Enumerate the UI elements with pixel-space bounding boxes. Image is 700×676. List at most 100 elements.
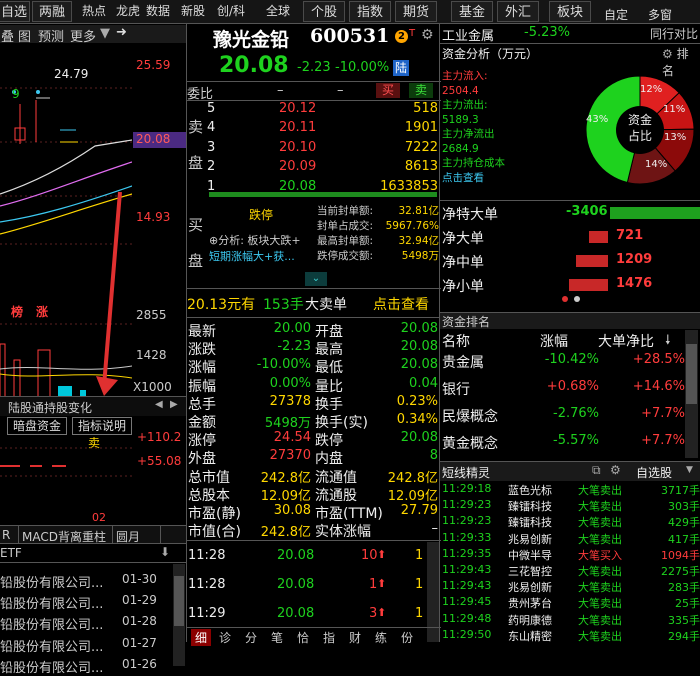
buy-button[interactable]: 买: [376, 83, 400, 98]
sort-down-icon[interactable]: 🠗: [665, 331, 671, 353]
tb-dragon[interactable]: 龙虎: [116, 2, 140, 19]
sprite-time: 11:29:50: [442, 627, 492, 641]
sprite-stock: 三花智控: [508, 565, 552, 578]
list-item[interactable]: 铅股份有限公司... 01-26: [0, 657, 170, 676]
tab-diag[interactable]: 诊: [219, 629, 231, 646]
window-icon[interactable]: ⧉: [592, 463, 601, 478]
tab-overlay[interactable]: 叠: [1, 26, 14, 45]
list-item[interactable]: 铅股份有限公司... 01-30: [0, 572, 170, 591]
news-scrollbar[interactable]: [173, 564, 185, 666]
tick-row[interactable]: 11:29 20.08 3 ⬆ 1: [187, 606, 427, 626]
sector-name[interactable]: 工业金属: [442, 25, 494, 44]
tb-index[interactable]: 指数: [349, 1, 391, 22]
tb-futures[interactable]: 期货: [395, 1, 437, 22]
tab-minute[interactable]: 分: [245, 629, 257, 646]
tb-forex[interactable]: 外汇: [497, 1, 539, 22]
rank-ratio: +7.7%: [641, 406, 685, 421]
tb-hotspot[interactable]: 热点: [82, 2, 106, 19]
rank-scrollbar[interactable]: [685, 330, 698, 458]
quote-value: 20.08: [400, 430, 438, 446]
sprite-row[interactable]: 11:29:33 兆易创新 大笔卖出 417手: [440, 531, 700, 547]
tb-watchlist[interactable]: 自选: [0, 1, 30, 22]
badge-two[interactable]: 2: [395, 30, 408, 43]
tab-share[interactable]: 份: [401, 629, 413, 646]
peer-compare-link[interactable]: 同行对比: [650, 25, 698, 42]
price-high-label: 25.59: [136, 58, 171, 72]
quote-value: 20.08: [400, 357, 438, 373]
tb-ipo[interactable]: 新股: [181, 2, 205, 19]
flow-bar: [576, 255, 608, 267]
tb-fund[interactable]: 基金: [451, 1, 493, 22]
tab-chart[interactable]: 图: [18, 26, 31, 45]
ind-tab-moon[interactable]: 圆月: [116, 528, 140, 545]
tab-index[interactable]: 指: [323, 629, 335, 646]
sprite-row[interactable]: 11:29:50 东山精密 大笔卖出 294手: [440, 628, 700, 644]
tab-finance[interactable]: 财: [349, 629, 361, 646]
indicator-help-button[interactable]: 指标说明: [72, 417, 132, 435]
rank-row[interactable]: 贵金属 -10.42% +28.5%: [440, 352, 685, 376]
download-icon[interactable]: ⬇: [160, 545, 170, 559]
gear-icon[interactable]: ⚙: [421, 27, 434, 43]
sell-button[interactable]: 卖: [409, 83, 433, 98]
tool-right-arrow[interactable]: ▶: [170, 399, 178, 410]
quote-key: 总市值: [188, 469, 230, 486]
tag-limit[interactable]: 涨: [36, 303, 48, 320]
buy-side-label: 买盘: [188, 216, 204, 270]
arrow-right-icon[interactable]: ➜: [116, 25, 127, 40]
tb-custom[interactable]: 自定: [604, 6, 628, 23]
list-item[interactable]: 铅股份有限公司... 01-29: [0, 593, 170, 612]
short-term-line[interactable]: 短期涨幅大+获...: [209, 248, 295, 264]
news-tab-etf[interactable]: ETF: [0, 546, 22, 560]
sprite-row[interactable]: 11:29:23 臻镭科技 大笔卖出 429手: [440, 514, 700, 530]
tb-sector[interactable]: 板块: [549, 1, 591, 22]
tab-more[interactable]: 更多: [70, 26, 96, 45]
tb-stock[interactable]: 个股: [303, 1, 345, 22]
sprite-row[interactable]: 11:29:35 中微半导 大笔买入 1094手: [440, 547, 700, 563]
tb-multiwin[interactable]: 多窗: [648, 6, 672, 23]
rank-name: 民爆概念: [442, 409, 498, 425]
tick-row[interactable]: 11:28 20.08 1 ⬆ 1: [187, 577, 427, 597]
sprite-row[interactable]: 11:29:23 臻镭科技 大笔卖出 303手: [440, 498, 700, 514]
quote-key: 市盈(静): [188, 506, 241, 522]
list-item[interactable]: 铅股份有限公司... 01-28: [0, 614, 170, 633]
ind-tab-macd[interactable]: MACD背离重柱: [22, 528, 106, 545]
tb-data[interactable]: 数据: [146, 2, 170, 19]
sprite-row[interactable]: 11:29:43 兆易创新 大笔卖出 283手: [440, 579, 700, 595]
settings-icon[interactable]: ⚙: [610, 463, 621, 477]
tool-left-arrow[interactable]: ◀: [155, 399, 163, 410]
sprite-row[interactable]: 11:29:45 贵州茅台 大笔卖出 25手: [440, 595, 700, 611]
watchlist-filter[interactable]: 自选股: [636, 464, 672, 481]
tab-qia[interactable]: 恰: [297, 629, 309, 646]
order-ratio-v1: –: [277, 83, 284, 98]
rank-row[interactable]: 黄金概念 -5.57% +7.7%: [440, 433, 685, 457]
filter-dropdown-icon[interactable]: ▼: [686, 465, 693, 475]
rank-row[interactable]: 民爆概念 -2.76% +7.7%: [440, 406, 685, 430]
tool-title-bar: 陆股通持股变化 ◀ ▶: [0, 396, 186, 416]
news-header: ETF ⬇: [0, 545, 186, 563]
big-order-link[interactable]: 点击查看: [373, 294, 429, 314]
sprite-time: 11:29:43: [442, 563, 492, 576]
expand-chevron-icon[interactable]: ⌄: [305, 272, 327, 286]
limit-down-status: 跌停: [249, 208, 274, 222]
sprite-row[interactable]: 11:29:43 三花智控 大笔卖出 2275手: [440, 563, 700, 579]
hk-connect-tag[interactable]: 陆: [393, 60, 409, 76]
badge-t[interactable]: T: [409, 28, 415, 39]
dropdown-icon[interactable]: ▼: [100, 26, 110, 41]
sprite-row[interactable]: 11:29:48 药明康德 大笔卖出 335手: [440, 612, 700, 628]
tb-global[interactable]: 全球: [266, 2, 290, 19]
tab-practice[interactable]: 练: [375, 629, 387, 646]
tb-star[interactable]: 创/科: [217, 2, 245, 19]
tick-row[interactable]: 11:28 20.08 10 ⬆ 1: [187, 548, 427, 568]
dark-fund-button[interactable]: 暗盘资金: [7, 417, 67, 435]
tag-rank[interactable]: 榜: [11, 303, 23, 320]
analysis-line[interactable]: ⊕分析: 板块大跌+: [209, 232, 301, 248]
tab-detail[interactable]: 细: [191, 629, 212, 646]
sprite-row[interactable]: 11:29:18 蓝色光标 大笔卖出 3717手: [440, 482, 700, 498]
tab-forecast[interactable]: 预测: [38, 26, 64, 45]
list-item[interactable]: 铅股份有限公司... 01-27: [0, 636, 170, 655]
fund-detail-link[interactable]: 点击查看: [442, 171, 542, 186]
rank-row[interactable]: 银行 +0.68% +14.6%: [440, 379, 685, 403]
ind-tab-r[interactable]: R: [2, 528, 10, 542]
tab-trade[interactable]: 笔: [271, 629, 283, 646]
tb-margin[interactable]: 两融: [32, 1, 72, 22]
